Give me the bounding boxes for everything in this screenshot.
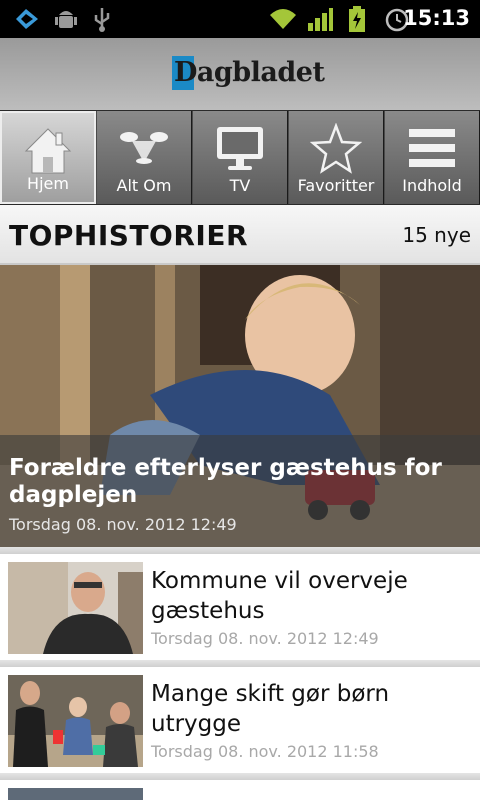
article-title[interactable]: Kommune vil overveje gæstehus xyxy=(151,566,471,626)
menu-lines-icon xyxy=(409,129,455,167)
nav-item-favoritter[interactable]: Favoritter xyxy=(288,111,384,204)
battery-charging-icon xyxy=(349,6,365,32)
article-title[interactable]: Mange skift gør børn utrygge xyxy=(151,679,471,739)
section-title: TOPHISTORIER xyxy=(9,219,249,252)
spotlight-icon xyxy=(120,132,168,164)
status-bar: 15:13 xyxy=(0,0,480,38)
article-date: Torsdag 08. nov. 2012 11:58 xyxy=(151,742,379,761)
house-icon xyxy=(24,128,72,174)
article-thumbnail xyxy=(8,675,143,767)
hero-headline[interactable]: Forældre efterlyser gæstehus for dagplej… xyxy=(9,455,471,509)
signal-icon xyxy=(308,8,333,31)
hero-date: Torsdag 08. nov. 2012 12:49 xyxy=(9,515,237,534)
nav-label-hjem: Hjem xyxy=(27,174,69,193)
logo-text: Dagbladet xyxy=(174,57,325,88)
nav-item-indhold[interactable]: Indhold xyxy=(384,111,480,204)
nav-label-indhold: Indhold xyxy=(402,176,462,195)
nav-item-hjem[interactable]: Hjem xyxy=(0,111,96,204)
article-thumbnail xyxy=(8,562,143,654)
article-date: Torsdag 08. nov. 2012 12:49 xyxy=(151,629,379,648)
article-thumbnail xyxy=(8,788,143,800)
new-count[interactable]: 15 nye xyxy=(402,223,471,247)
list-item[interactable]: Mange skift gør børn utrygge Torsdag 08.… xyxy=(0,667,480,773)
clock-time: 15:13 xyxy=(403,6,470,30)
list-item[interactable]: Kommune vil overveje gæstehus Torsdag 08… xyxy=(0,554,480,660)
wifi-icon xyxy=(270,9,296,29)
section-header: TOPHISTORIER 15 nye xyxy=(0,205,480,265)
nav-label-tv: TV xyxy=(229,176,251,195)
hero-story[interactable]: Forældre efterlyser gæstehus for dagplej… xyxy=(0,265,480,547)
android-debug-icon xyxy=(55,11,77,28)
list-item-partial[interactable] xyxy=(0,785,480,800)
list-divider xyxy=(0,773,480,780)
star-icon xyxy=(310,123,362,174)
usb-icon xyxy=(94,8,110,32)
nav-item-tv[interactable]: TV xyxy=(192,111,288,204)
nav-item-alt-om[interactable]: Alt Om xyxy=(96,111,192,204)
nav-label-favoritter: Favoritter xyxy=(297,176,375,195)
tv-icon xyxy=(217,127,263,170)
app-header: Dagbladet xyxy=(0,38,480,110)
list-divider xyxy=(0,660,480,667)
main-navigation: Hjem Alt Om TV Favoritter Indhold xyxy=(0,110,480,205)
nav-label-alt-om: Alt Om xyxy=(116,176,172,195)
foursquare-icon xyxy=(16,9,38,29)
list-divider xyxy=(0,547,480,554)
